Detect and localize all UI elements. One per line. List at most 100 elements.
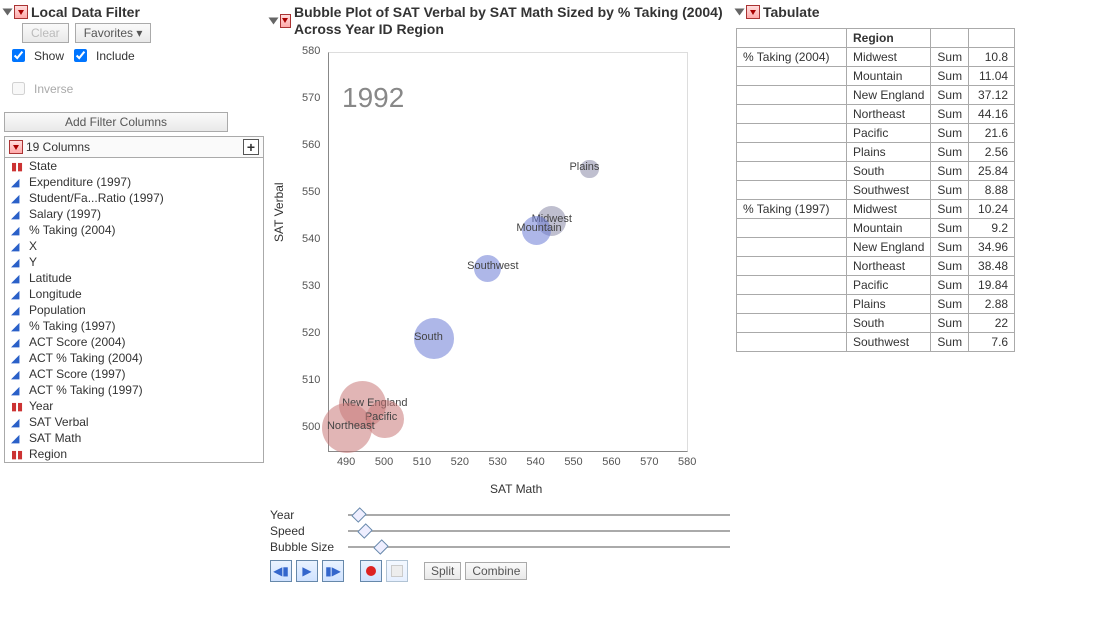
- column-item[interactable]: ◢Latitude: [5, 270, 263, 286]
- table-row[interactable]: New EnglandSum37.12: [737, 86, 1015, 105]
- step-forward-button[interactable]: ▮▶: [322, 560, 344, 582]
- clear-button[interactable]: Clear: [22, 23, 69, 43]
- stat-cell: Sum: [931, 143, 969, 162]
- x-tick: 500: [375, 456, 393, 468]
- local-data-filter-title: Local Data Filter: [31, 4, 140, 20]
- table-row[interactable]: New EnglandSum34.96: [737, 238, 1015, 257]
- table-row[interactable]: SouthSum25.84: [737, 162, 1015, 181]
- disclosure-icon[interactable]: [3, 9, 13, 16]
- x-axis-label: SAT Math: [490, 482, 542, 496]
- column-item[interactable]: ▮▮State: [5, 158, 263, 174]
- tabulate-table: Region % Taking (2004)MidwestSum10.8Moun…: [736, 28, 1015, 352]
- column-name: ACT Score (2004): [29, 335, 126, 349]
- speed-slider[interactable]: [348, 524, 730, 538]
- red-dropdown-icon[interactable]: [9, 140, 23, 154]
- table-row[interactable]: NortheastSum44.16: [737, 105, 1015, 124]
- table-row[interactable]: SouthwestSum8.88: [737, 181, 1015, 200]
- step-back-button[interactable]: ◀▮: [270, 560, 292, 582]
- x-tick: 540: [526, 456, 544, 468]
- table-row[interactable]: PacificSum19.84: [737, 276, 1015, 295]
- stat-cell: Sum: [931, 86, 969, 105]
- stat-cell: Sum: [931, 257, 969, 276]
- table-row[interactable]: % Taking (1997)MidwestSum10.24: [737, 200, 1015, 219]
- column-item[interactable]: ◢% Taking (2004): [5, 222, 263, 238]
- bubble-size-slider[interactable]: [348, 540, 730, 554]
- column-item[interactable]: ▮▮Region: [5, 446, 263, 462]
- table-row[interactable]: PlainsSum2.56: [737, 143, 1015, 162]
- column-item[interactable]: ▮▮Year: [5, 398, 263, 414]
- record-button[interactable]: [360, 560, 382, 582]
- x-tick: 510: [413, 456, 431, 468]
- value-cell: 44.16: [969, 105, 1015, 124]
- add-filter-columns-button[interactable]: Add Filter Columns: [4, 112, 228, 132]
- column-item[interactable]: ◢Longitude: [5, 286, 263, 302]
- year-slider-label: Year: [270, 508, 342, 522]
- stat-cell: Sum: [931, 295, 969, 314]
- favorites-dropdown[interactable]: Favorites ▾: [75, 23, 152, 43]
- group-cell: [737, 105, 847, 124]
- column-item[interactable]: ◢% Taking (1997): [5, 318, 263, 334]
- column-item[interactable]: ◢X: [5, 238, 263, 254]
- disclosure-icon[interactable]: [269, 17, 279, 24]
- combine-button[interactable]: Combine: [465, 562, 527, 580]
- column-item[interactable]: ◢SAT Math: [5, 430, 263, 446]
- red-dropdown-icon[interactable]: [14, 5, 28, 19]
- region-cell: Northeast: [847, 257, 931, 276]
- value-cell: 10.8: [969, 48, 1015, 67]
- column-item[interactable]: ◢Expenditure (1997): [5, 174, 263, 190]
- value-cell: 7.6: [969, 333, 1015, 352]
- group-cell: [737, 124, 847, 143]
- play-button[interactable]: ▶: [296, 560, 318, 582]
- disclosure-icon[interactable]: [735, 9, 745, 16]
- table-row[interactable]: MountainSum11.04: [737, 67, 1015, 86]
- inverse-label: Inverse: [34, 82, 73, 96]
- column-item[interactable]: ◢SAT Verbal: [5, 414, 263, 430]
- show-checkbox[interactable]: [12, 49, 25, 62]
- column-item[interactable]: ◢ACT Score (1997): [5, 366, 263, 382]
- chart-title: Bubble Plot of SAT Verbal by SAT Math Si…: [294, 4, 730, 38]
- group-cell: [737, 257, 847, 276]
- split-button[interactable]: Split: [424, 562, 461, 580]
- column-name: ACT Score (1997): [29, 367, 126, 381]
- y-tick: 500: [302, 421, 320, 433]
- column-name: Student/Fa...Ratio (1997): [29, 191, 164, 205]
- include-checkbox[interactable]: [74, 49, 87, 62]
- column-name: Year: [29, 399, 53, 413]
- column-list[interactable]: ▮▮State◢Expenditure (1997)◢Student/Fa...…: [5, 158, 263, 462]
- column-name: Longitude: [29, 287, 82, 301]
- column-item[interactable]: ◢Student/Fa...Ratio (1997): [5, 190, 263, 206]
- table-row[interactable]: SouthSum22: [737, 314, 1015, 333]
- show-label: Show: [34, 49, 64, 63]
- year-slider[interactable]: [348, 508, 730, 522]
- column-item[interactable]: ◢ACT % Taking (1997): [5, 382, 263, 398]
- table-row[interactable]: NortheastSum38.48: [737, 257, 1015, 276]
- table-row[interactable]: SouthwestSum7.6: [737, 333, 1015, 352]
- region-cell: Pacific: [847, 276, 931, 295]
- group-cell: [737, 276, 847, 295]
- region-cell: Pacific: [847, 124, 931, 143]
- red-dropdown-icon[interactable]: [280, 14, 291, 28]
- stat-cell: Sum: [931, 67, 969, 86]
- column-item[interactable]: ◢Y: [5, 254, 263, 270]
- y-axis-label: SAT Verbal: [272, 182, 286, 242]
- table-row[interactable]: PlainsSum2.88: [737, 295, 1015, 314]
- red-dropdown-icon[interactable]: [746, 5, 760, 19]
- column-name: SAT Math: [29, 431, 81, 445]
- table-row[interactable]: PacificSum21.6: [737, 124, 1015, 143]
- column-item[interactable]: ◢ACT Score (2004): [5, 334, 263, 350]
- add-column-button[interactable]: +: [243, 139, 259, 155]
- x-tick: 550: [564, 456, 582, 468]
- region-cell: South: [847, 162, 931, 181]
- column-name: ACT % Taking (2004): [29, 351, 143, 365]
- column-item[interactable]: ◢Salary (1997): [5, 206, 263, 222]
- value-cell: 25.84: [969, 162, 1015, 181]
- save-recording-button: [386, 560, 408, 582]
- region-cell: Mountain: [847, 219, 931, 238]
- region-header: Region: [847, 29, 931, 48]
- table-row[interactable]: MountainSum9.2: [737, 219, 1015, 238]
- stat-cell: Sum: [931, 105, 969, 124]
- column-item[interactable]: ◢Population: [5, 302, 263, 318]
- column-item[interactable]: ◢ACT % Taking (2004): [5, 350, 263, 366]
- table-row[interactable]: % Taking (2004)MidwestSum10.8: [737, 48, 1015, 67]
- group-cell: [737, 143, 847, 162]
